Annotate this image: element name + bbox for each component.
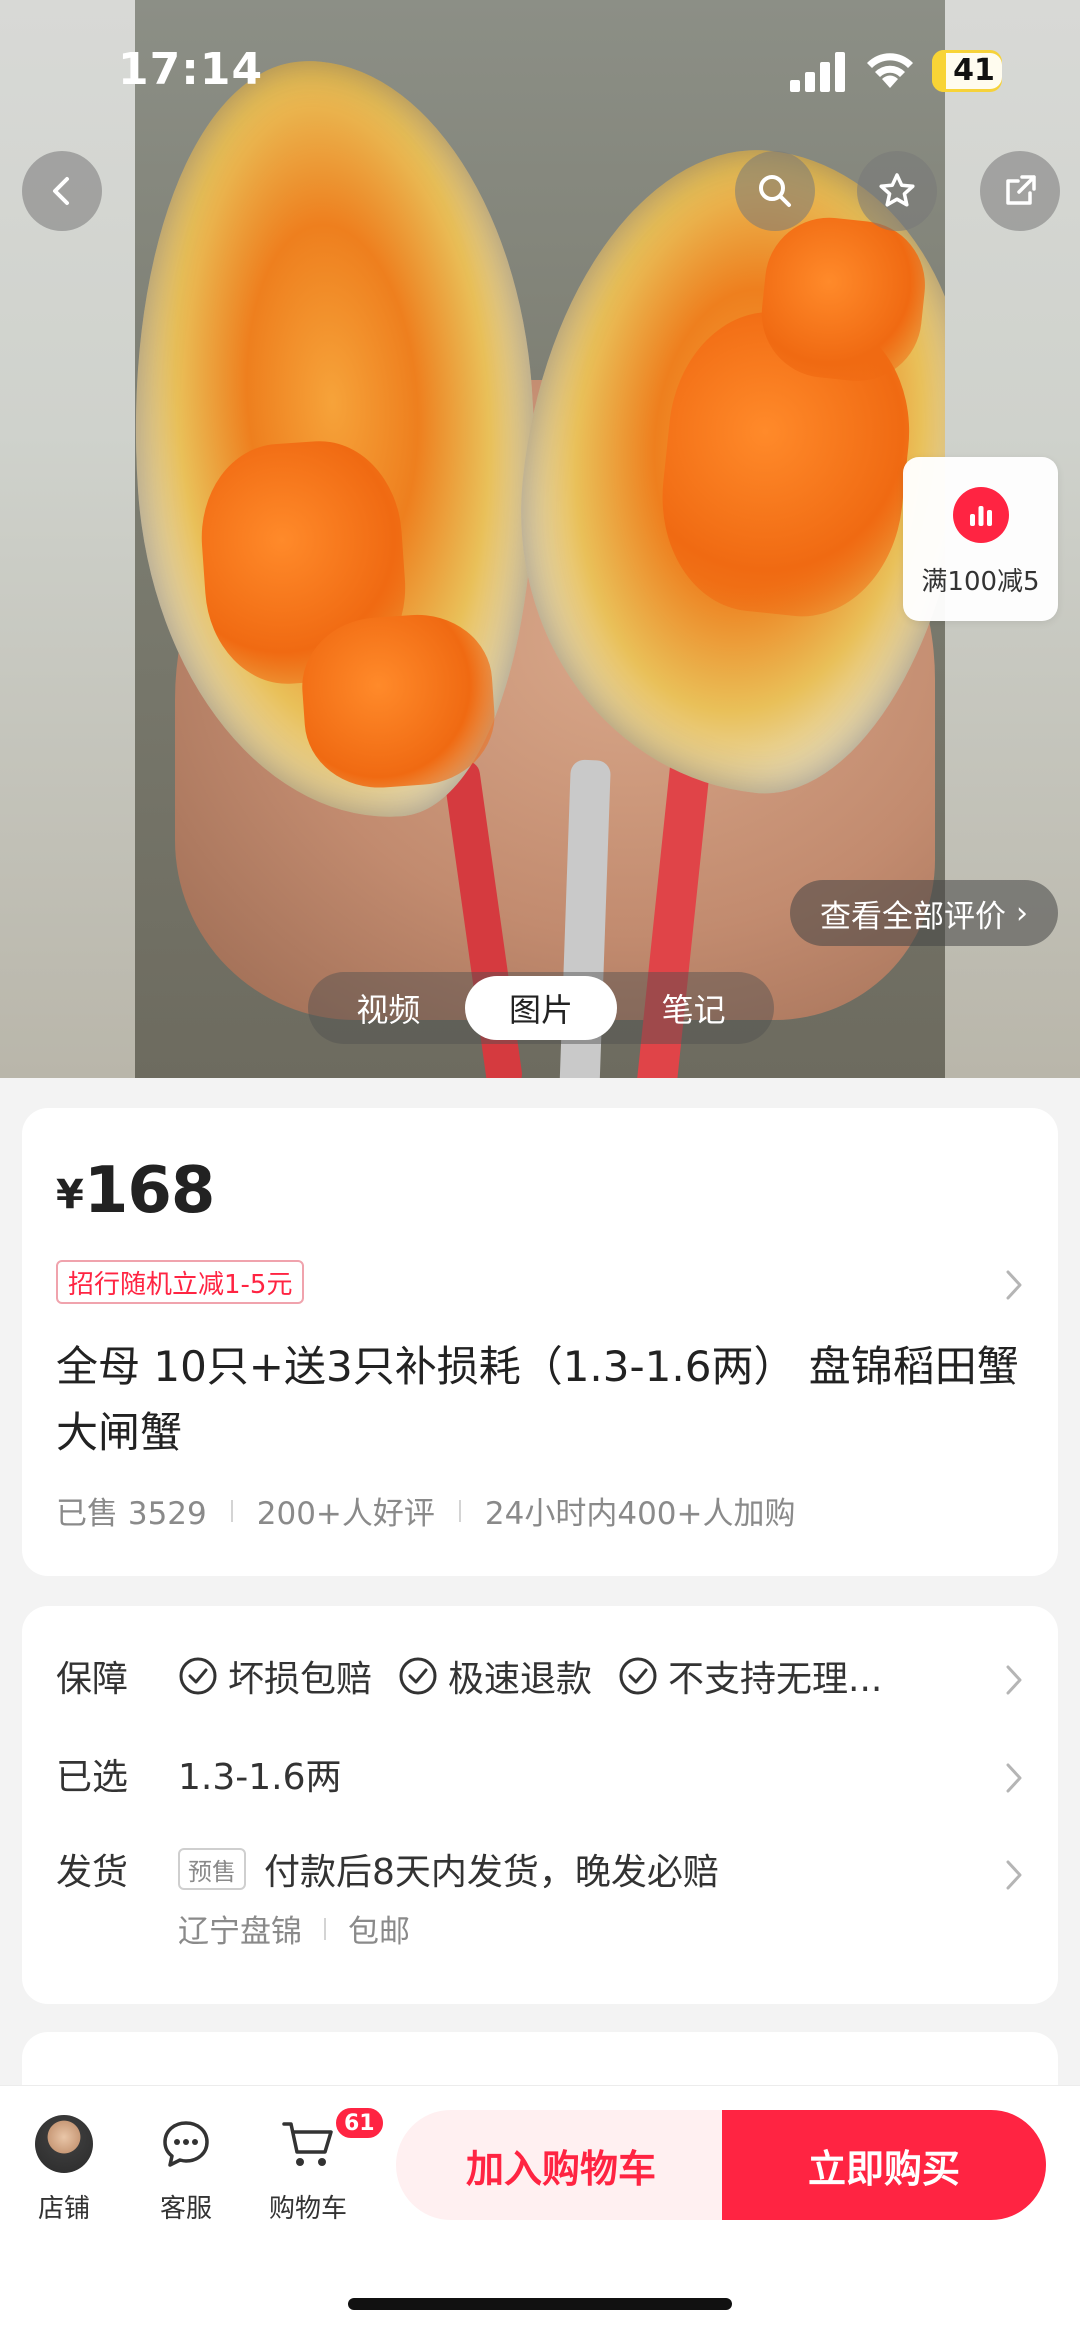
divider [324, 1917, 326, 1940]
guarantee-item: 极速退款 [398, 1650, 592, 1702]
check-circle-icon [179, 1657, 217, 1695]
guarantee-row[interactable]: 保障 坏损包赔 极速退款 不支持无理... [56, 1650, 1034, 1702]
product-stats: 已售 3529 200+人好评 24小时内400+人加购 [56, 1488, 796, 1533]
buy-now-button[interactable]: 立即购买 [722, 2110, 1046, 2220]
guarantee-item: 不支持无理... [618, 1650, 882, 1702]
shop-avatar [35, 2115, 93, 2173]
tab-notes[interactable]: 笔记 [617, 976, 770, 1040]
product-detail-screen: 17:14 41 满100减5 查看全部评价 › 视频 图片 笔记 ¥168 招… [0, 0, 1080, 2337]
selected-label: 已选 [56, 1757, 129, 1798]
chevron-right-icon[interactable] [1004, 1858, 1024, 1892]
guarantee-label: 保障 [56, 1659, 129, 1700]
guarantee-item: 坏损包赔 [178, 1650, 372, 1702]
add-to-cart-button[interactable]: 加入购物车 [396, 2110, 726, 2220]
recent-add-to-cart: 24小时内400+人加购 [484, 1496, 796, 1532]
check-circle-icon [619, 1657, 657, 1695]
search-icon [759, 175, 791, 207]
share-button[interactable] [980, 151, 1060, 231]
coupon-float-card[interactable]: 满100减5 [903, 457, 1058, 621]
product-info-card: ¥168 招行随机立减1-5元 全母 10只+送3只补损耗（1.3-1.6两） … [22, 1108, 1058, 1576]
back-button[interactable] [22, 151, 102, 231]
selected-spec-row[interactable]: 已选 1.3-1.6两 [56, 1748, 1034, 1800]
sold-count: 已售 3529 [56, 1496, 207, 1532]
chevron-right-icon[interactable] [1004, 1761, 1024, 1795]
coupon-float-text: 满100减5 [921, 567, 1040, 597]
home-indicator [348, 2298, 732, 2310]
cart-count-badge: 61 [334, 2106, 385, 2140]
product-image-gallery[interactable]: 17:14 41 满100减5 查看全部评价 › 视频 图片 笔记 [0, 0, 1080, 1078]
search-button[interactable] [735, 151, 815, 231]
star-icon [879, 173, 915, 207]
tab-images[interactable]: 图片 [464, 976, 618, 1040]
status-time: 17:14 [118, 44, 264, 95]
promo-tag[interactable]: 招行随机立减1-5元 [56, 1260, 305, 1304]
postage-info: 包邮 [348, 1914, 410, 1950]
shipping-origin: 辽宁盘锦 包邮 [178, 1906, 410, 1951]
favorite-button[interactable] [857, 151, 937, 231]
divider [458, 1499, 461, 1522]
positive-reviews: 200+人好评 [256, 1496, 435, 1532]
chevron-right-icon[interactable] [1004, 1663, 1024, 1697]
chat-bubble-icon [163, 2121, 209, 2167]
divider [230, 1499, 233, 1522]
shipping-row[interactable]: 发货 预售 付款后8天内发货，晚发必赔 [56, 1843, 1034, 1895]
coupon-badge-icon [953, 487, 1009, 543]
cart-icon [282, 2122, 333, 2166]
customer-service-button[interactable]: 客服 [136, 2114, 236, 2225]
chevron-right-icon: › [1016, 895, 1028, 931]
view-all-reviews-button[interactable]: 查看全部评价 › [790, 880, 1058, 946]
shipping-label: 发货 [56, 1852, 129, 1893]
cellular-signal-icon [790, 52, 845, 92]
tab-video[interactable]: 视频 [312, 976, 465, 1040]
check-circle-icon [399, 1657, 437, 1695]
chevron-left-icon [53, 177, 69, 205]
shipping-time: 付款后8天内发货，晚发必赔 [264, 1852, 719, 1893]
battery-indicator: 41 [932, 50, 1002, 92]
cart-button[interactable]: 61 购物车 [258, 2106, 385, 2225]
shop-button[interactable]: 店铺 [14, 2114, 114, 2225]
product-price: ¥168 [56, 1154, 215, 1228]
chevron-right-icon[interactable] [1004, 1268, 1024, 1302]
share-icon [1006, 175, 1036, 205]
selected-value: 1.3-1.6两 [178, 1757, 342, 1798]
purchase-details-card: 保障 坏损包赔 极速退款 不支持无理... 已选 1.3-1.6两 发货 预售 … [22, 1606, 1058, 2004]
status-bar: 17:14 41 [0, 0, 1080, 140]
media-tabs: 视频 图片 笔记 [308, 972, 774, 1044]
wifi-icon [867, 53, 913, 88]
product-title: 全母 10只+送3只补损耗（1.3-1.6两） 盘锦稻田蟹 大闸蟹 [56, 1342, 1019, 1457]
presale-badge: 预售 [178, 1848, 246, 1890]
